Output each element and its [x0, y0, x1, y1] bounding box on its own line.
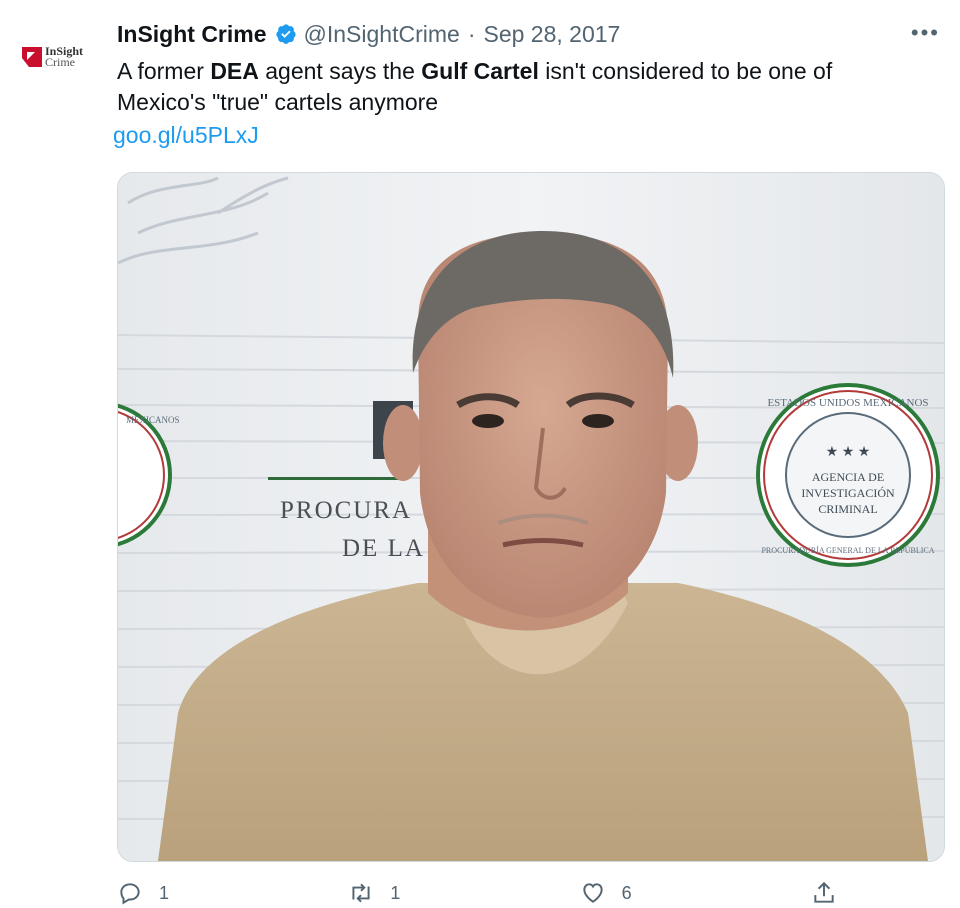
like-button[interactable]: 6	[580, 878, 632, 908]
more-options-icon[interactable]: •••	[911, 20, 940, 46]
share-icon	[814, 881, 834, 903]
insight-crime-logo-icon	[22, 47, 42, 67]
like-count: 6	[621, 882, 632, 903]
tweet-text-bold-run: DEA	[210, 58, 259, 84]
retweet-count: 1	[390, 882, 401, 903]
avatar-logo-text: InSight Crime	[45, 45, 83, 69]
seal-line3: CRIMINAL	[818, 502, 877, 516]
agency-seal: ESTADOS UNIDOS MEXICANOS PROCURADURÍA GE…	[756, 383, 940, 567]
left-seal-ring: MEXICANOS	[126, 415, 180, 425]
header-separator: ·	[467, 20, 476, 47]
share-button[interactable]	[811, 878, 837, 908]
reply-count: 1	[159, 882, 170, 903]
left-eye	[472, 414, 504, 428]
reply-button[interactable]: 1	[117, 878, 169, 908]
tweet-text-run: agent says the	[258, 58, 422, 84]
heart-icon	[583, 883, 603, 903]
backdrop-text-2: DE LA	[342, 535, 425, 562]
tweet-date[interactable]: Sep 28, 2017	[483, 21, 620, 48]
seal-ring-bottom: PROCURADURÍA GENERAL DE LA REPÚBLICA	[761, 545, 934, 555]
seal-ring-top: ESTADOS UNIDOS MEXICANOS	[767, 397, 928, 409]
seal-line1: AGENCIA DE	[812, 470, 884, 484]
retweet-icon	[352, 883, 370, 903]
seal-stars: ★ ★ ★	[826, 445, 871, 460]
reply-icon	[120, 883, 140, 905]
tweet-action-bar: 1 1 6	[117, 878, 837, 908]
author-handle[interactable]: @InSightCrime	[304, 21, 460, 48]
tweet-text: A former DEA agent says the Gulf Cartel …	[117, 56, 917, 118]
backdrop-text-1: PROCURA	[280, 497, 412, 524]
retweet-button[interactable]: 1	[348, 878, 400, 908]
tweet-link[interactable]: goo.gl/u5PLxJ	[113, 120, 259, 151]
backdrop-green-rule	[268, 477, 408, 480]
avatar-logo-line2: Crime	[45, 55, 75, 69]
author-name[interactable]: InSight Crime	[117, 21, 267, 48]
seal-line2: INVESTIGACIÓN	[801, 486, 895, 500]
right-eye	[582, 414, 614, 428]
tweet-text-bold-run: Gulf Cartel	[421, 58, 539, 84]
verified-badge-icon	[275, 24, 296, 44]
tweet-header: InSight Crime @InSightCrime · Sep 28, 20…	[117, 18, 940, 50]
avatar[interactable]: InSight Crime	[22, 40, 92, 74]
left-ear	[383, 405, 423, 481]
mugshot-photo: PROCURA DE LA ESTADOS UNIDOS MEXICANOS P…	[118, 173, 944, 861]
tweet-media-image[interactable]: PROCURA DE LA ESTADOS UNIDOS MEXICANOS P…	[117, 172, 945, 862]
tweet-text-run: A former	[117, 58, 211, 84]
